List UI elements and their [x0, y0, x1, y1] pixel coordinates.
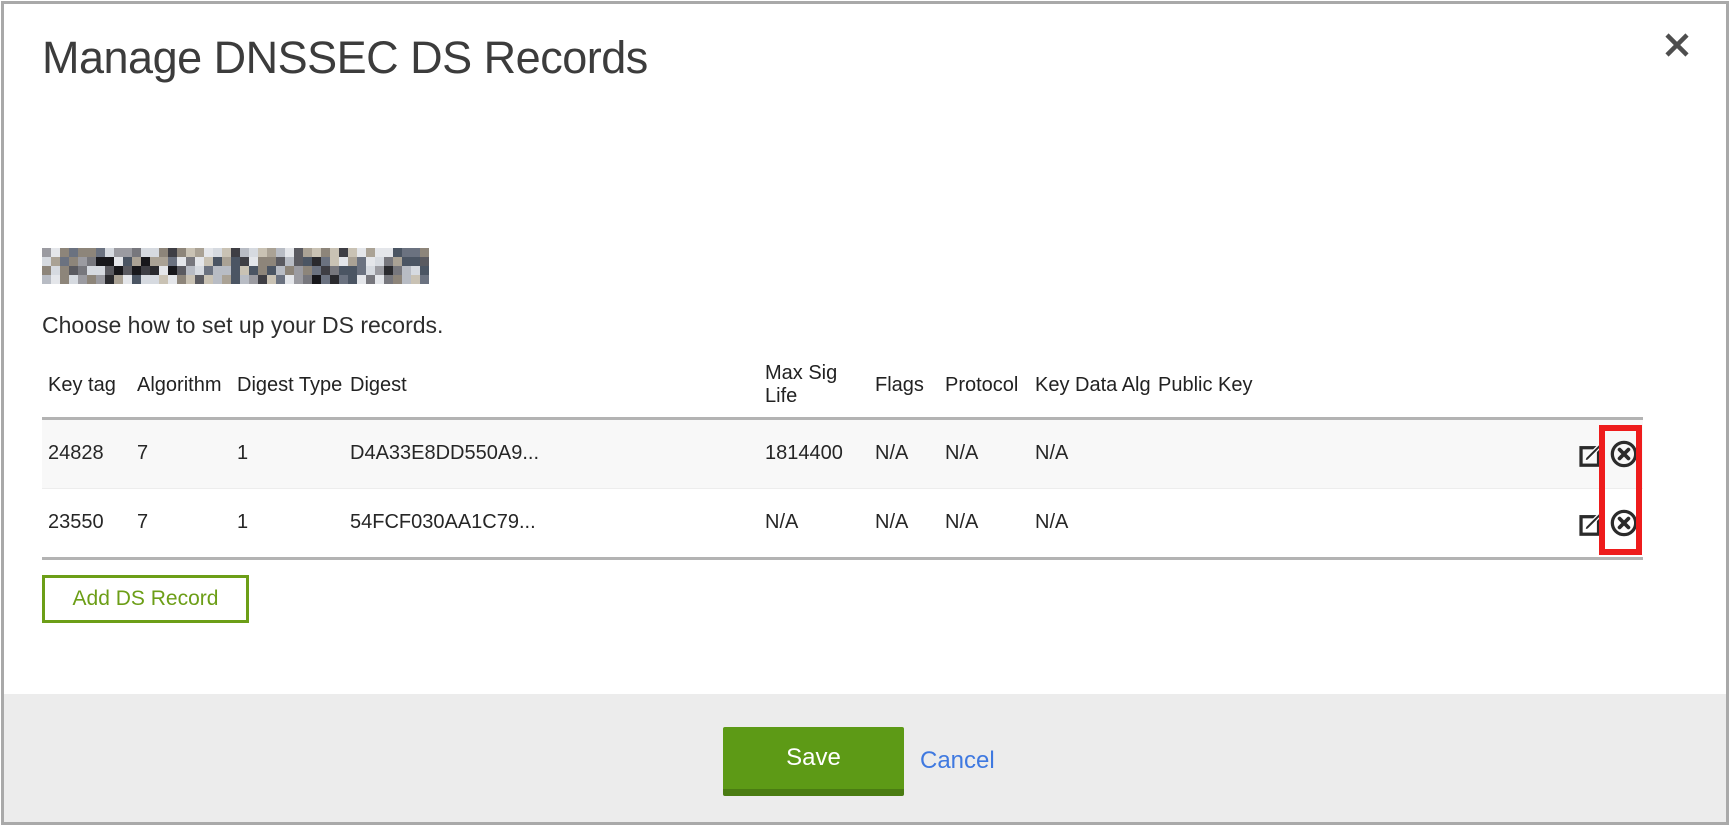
manage-ds-records-dialog: Manage DNSSEC DS Records Choose how to s…	[1, 1, 1729, 825]
cell-algorithm: 7	[131, 488, 231, 558]
col-algorithm: Algorithm	[131, 360, 231, 418]
cell-digest: 54FCF030AA1C79...	[344, 488, 759, 558]
col-protocol: Protocol	[939, 360, 1029, 418]
col-key-tag: Key tag	[42, 360, 131, 418]
cell-digest-type: 1	[231, 488, 344, 558]
cell-key-tag: 24828	[42, 418, 131, 488]
table-header-row: Key tag Algorithm Digest Type Digest Max…	[42, 360, 1643, 418]
cell-key-data-alg: N/A	[1029, 418, 1152, 488]
edit-record-button[interactable]	[1578, 509, 1606, 537]
cell-key-data-alg: N/A	[1029, 488, 1152, 558]
col-digest: Digest	[344, 360, 759, 418]
redacted-domain-name	[42, 248, 429, 284]
close-icon	[1662, 30, 1692, 60]
cell-key-tag: 23550	[42, 488, 131, 558]
dialog-title: Manage DNSSEC DS Records	[42, 32, 648, 84]
cell-max-sig-life: 1814400	[759, 418, 869, 488]
cell-actions	[1568, 488, 1643, 558]
cell-digest-type: 1	[231, 418, 344, 488]
table-row: 23550 7 1 54FCF030AA1C79... N/A N/A N/A …	[42, 488, 1643, 558]
delete-record-button[interactable]	[1610, 440, 1638, 468]
dialog-footer: Save Cancel	[4, 694, 1726, 822]
col-public-key: Public Key	[1152, 360, 1568, 418]
close-button[interactable]	[1660, 28, 1694, 62]
cell-flags: N/A	[869, 488, 939, 558]
add-ds-record-button[interactable]: Add DS Record	[42, 575, 249, 623]
cell-flags: N/A	[869, 418, 939, 488]
cell-protocol: N/A	[939, 488, 1029, 558]
cell-actions	[1568, 418, 1643, 488]
delete-icon	[1610, 440, 1638, 468]
delete-record-button[interactable]	[1610, 509, 1638, 537]
cell-public-key	[1152, 418, 1568, 488]
cancel-link[interactable]: Cancel	[920, 747, 995, 775]
cell-digest: D4A33E8DD550A9...	[344, 418, 759, 488]
ds-records-table: Key tag Algorithm Digest Type Digest Max…	[42, 360, 1643, 560]
col-key-data-alg: Key Data Alg	[1029, 360, 1152, 418]
save-button[interactable]: Save	[723, 727, 904, 796]
instruction-text: Choose how to set up your DS records.	[42, 312, 443, 339]
cell-max-sig-life: N/A	[759, 488, 869, 558]
edit-icon	[1578, 440, 1606, 468]
cell-public-key	[1152, 488, 1568, 558]
col-flags: Flags	[869, 360, 939, 418]
col-max-sig-life: Max Sig Life	[759, 360, 869, 418]
edit-icon	[1578, 509, 1606, 537]
edit-record-button[interactable]	[1578, 440, 1606, 468]
delete-icon	[1610, 509, 1638, 537]
col-digest-type: Digest Type	[231, 360, 344, 418]
col-actions	[1568, 360, 1643, 418]
table-row: 24828 7 1 D4A33E8DD550A9... 1814400 N/A …	[42, 418, 1643, 488]
cell-algorithm: 7	[131, 418, 231, 488]
cell-protocol: N/A	[939, 418, 1029, 488]
